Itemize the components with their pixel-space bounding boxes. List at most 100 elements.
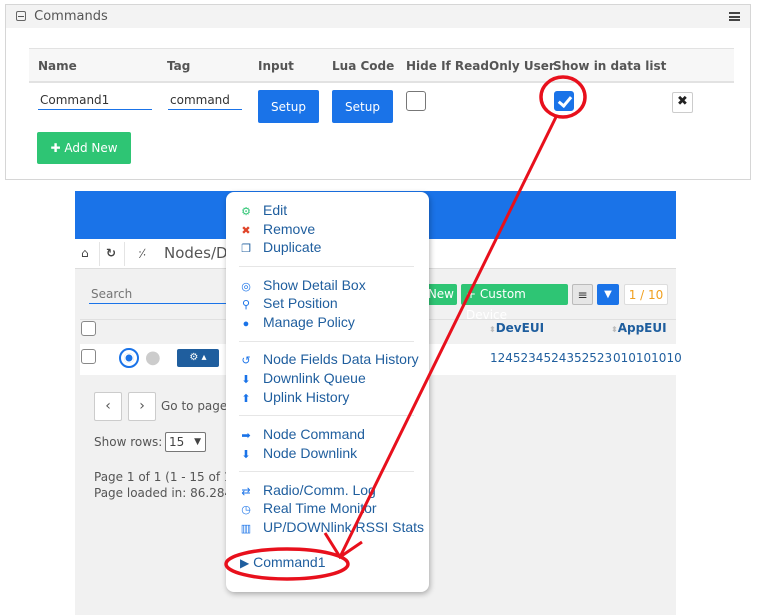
menu-item-downlink-queue[interactable]: ⬇ Downlink Queue: [239, 369, 366, 388]
search-input[interactable]: [89, 284, 239, 304]
appeui-cell: 010101010: [613, 351, 682, 365]
duplicate-icon: ❐: [241, 243, 251, 256]
list-icon: ≡: [577, 288, 588, 302]
page-info: Page 1 of 1 (1 - 15 of 1): [94, 470, 237, 484]
column-header-hide-readonly: Hide If ReadOnly User: [406, 59, 555, 73]
arrow-up-icon: ⬆: [241, 392, 251, 405]
prev-page-button[interactable]: ‹: [94, 392, 122, 421]
custom-device-button[interactable]: + Custom Device: [461, 284, 568, 322]
command-name-input[interactable]: [38, 90, 152, 110]
plus-icon: +: [466, 287, 477, 301]
gear-icon: ⚙: [241, 206, 251, 218]
hamburger-menu-icon[interactable]: [729, 12, 740, 21]
chevron-left-icon: ‹: [105, 398, 111, 414]
next-page-button[interactable]: ›: [128, 392, 156, 421]
menu-item-uplink-history[interactable]: ⬆ Uplink History: [239, 389, 349, 407]
collapse-icon[interactable]: [16, 11, 26, 21]
menu-item-set-position[interactable]: ⚲ Set Position: [239, 295, 338, 313]
menu-item-label: Node Command: [263, 425, 365, 442]
input-setup-button[interactable]: Setup: [258, 90, 319, 123]
command-tag-input[interactable]: [168, 90, 242, 110]
close-icon: ✖: [677, 94, 688, 109]
menu-divider: [239, 471, 414, 473]
menu-item-label: Downlink Queue: [263, 369, 366, 386]
menu-item-label: Set Position: [263, 295, 338, 312]
close-icon: ✖: [241, 224, 251, 237]
menu-item-label: Uplink History: [263, 388, 350, 405]
commands-panel-header[interactable]: Commands: [6, 5, 750, 28]
user-icon: ●: [242, 318, 250, 330]
refresh-icon[interactable]: ↻: [106, 246, 116, 260]
menu-item-real-time-monitor[interactable]: ◷ Real Time Monitor: [239, 500, 376, 518]
delete-command-button[interactable]: ✖: [672, 92, 693, 113]
home-icon[interactable]: ⌂: [81, 246, 89, 260]
dropdown-toggle-button[interactable]: ▼: [597, 284, 619, 305]
lua-code-setup-button[interactable]: Setup: [332, 90, 393, 123]
row-checkbox[interactable]: [81, 349, 96, 364]
add-new-button[interactable]: ✚ Add New: [37, 132, 131, 164]
rss-icon: ⸓: [138, 247, 147, 262]
select-all-checkbox[interactable]: [81, 321, 96, 336]
menu-item-duplicate[interactable]: ❐ Duplicate: [239, 239, 321, 257]
play-icon: ▶: [240, 556, 250, 570]
map-marker-icon: ⚲: [241, 299, 251, 312]
commands-panel-title: Commands: [34, 9, 108, 24]
menu-divider: [239, 415, 414, 417]
goto-page-label: Go to page:: [161, 399, 232, 413]
column-header-lua-code: Lua Code: [332, 59, 395, 73]
menu-item-show-detail-box[interactable]: ◎ Show Detail Box: [239, 277, 366, 295]
menu-item-node-downlink[interactable]: ⬇ Node Downlink: [239, 445, 357, 463]
history-icon: ↺: [241, 355, 251, 368]
menu-item-label: UP/DOWNlink RSSI Stats: [263, 519, 425, 536]
menu-item-label: Show Detail Box: [263, 276, 366, 293]
hide-if-readonly-checkbox[interactable]: [406, 91, 426, 111]
target-icon: ◎: [241, 280, 251, 293]
menu-item-label: Node Fields Data History: [263, 351, 419, 368]
menu-item-label: Edit: [263, 202, 288, 218]
bar-chart-icon: ▥: [240, 523, 252, 536]
actions-dropdown-button[interactable]: ⚙ ▴: [177, 349, 219, 367]
plus-icon: ✚: [50, 141, 61, 155]
clock-icon: ◷: [241, 504, 251, 517]
breadcrumb: Nodes/D: [164, 244, 228, 262]
toolbar-divider: [99, 242, 100, 266]
user-icon: ●: [145, 347, 161, 368]
menu-divider: [239, 266, 414, 268]
chevron-down-icon: ▼: [194, 437, 201, 447]
show-rows-label: Show rows:: [94, 435, 163, 449]
commands-table: Name Tag Input Lua Code Hide If ReadOnly…: [29, 48, 734, 133]
menu-divider: [239, 340, 414, 342]
new-button[interactable]: New: [425, 284, 457, 305]
menu-item-remove[interactable]: ✖ Remove: [239, 221, 315, 239]
column-header-appeui[interactable]: ⬍AppEUI: [611, 321, 667, 335]
column-header-deveui[interactable]: ⬍DevEUI: [489, 321, 544, 335]
column-header-tag: Tag: [167, 59, 191, 73]
arrow-down-icon: ⬇: [241, 373, 251, 386]
commands-panel: Commands Name Tag Input Lua Code Hide If…: [5, 4, 751, 180]
actions-menu: ⚙ Edit ✖ Remove ❐ Duplicate ◎ Show Detail Box ⚲ S…: [226, 192, 429, 592]
column-header-name: Name: [38, 59, 77, 73]
menu-item-node-command[interactable]: ➡ Node Command: [239, 426, 365, 444]
target-icon: [119, 348, 139, 368]
menu-item-label: Node Downlink: [263, 444, 358, 461]
chevron-down-icon: ▼: [604, 289, 612, 300]
exchange-icon: ⇄: [241, 485, 251, 498]
sign-out-icon: ➡: [241, 429, 251, 442]
menu-item-up-downlink-rssi-stats[interactable]: ▥ UP/DOWNlink RSSI Stats: [239, 519, 424, 537]
menu-item-label: Remove: [263, 220, 316, 237]
menu-item-manage-policy[interactable]: ● Manage Policy: [239, 314, 355, 332]
menu-item-edit[interactable]: ⚙ Edit: [239, 202, 287, 220]
command-row: Setup Setup ✖: [29, 83, 734, 133]
page-indicator: 1 / 10: [624, 284, 668, 305]
menu-item-node-fields-data-history[interactable]: ↺ Node Fields Data History: [239, 351, 419, 369]
arrow-down-icon: ⬇: [241, 448, 251, 461]
menu-item-custom-command[interactable]: ▶ Command1: [240, 554, 326, 572]
list-view-button[interactable]: ≡: [572, 284, 593, 305]
page-loaded-time: Page loaded in: 86.2845: [94, 486, 240, 500]
column-header-show-in-data-list: Show in data list: [553, 59, 667, 73]
menu-item-radio-comm-log[interactable]: ⇄ Radio/Comm. Log: [239, 482, 375, 500]
show-rows-select[interactable]: 15 ▼: [165, 432, 206, 452]
menu-item-label: Duplicate: [263, 239, 322, 256]
toolbar-divider: [124, 242, 125, 266]
show-in-data-list-checkbox[interactable]: [554, 91, 574, 111]
